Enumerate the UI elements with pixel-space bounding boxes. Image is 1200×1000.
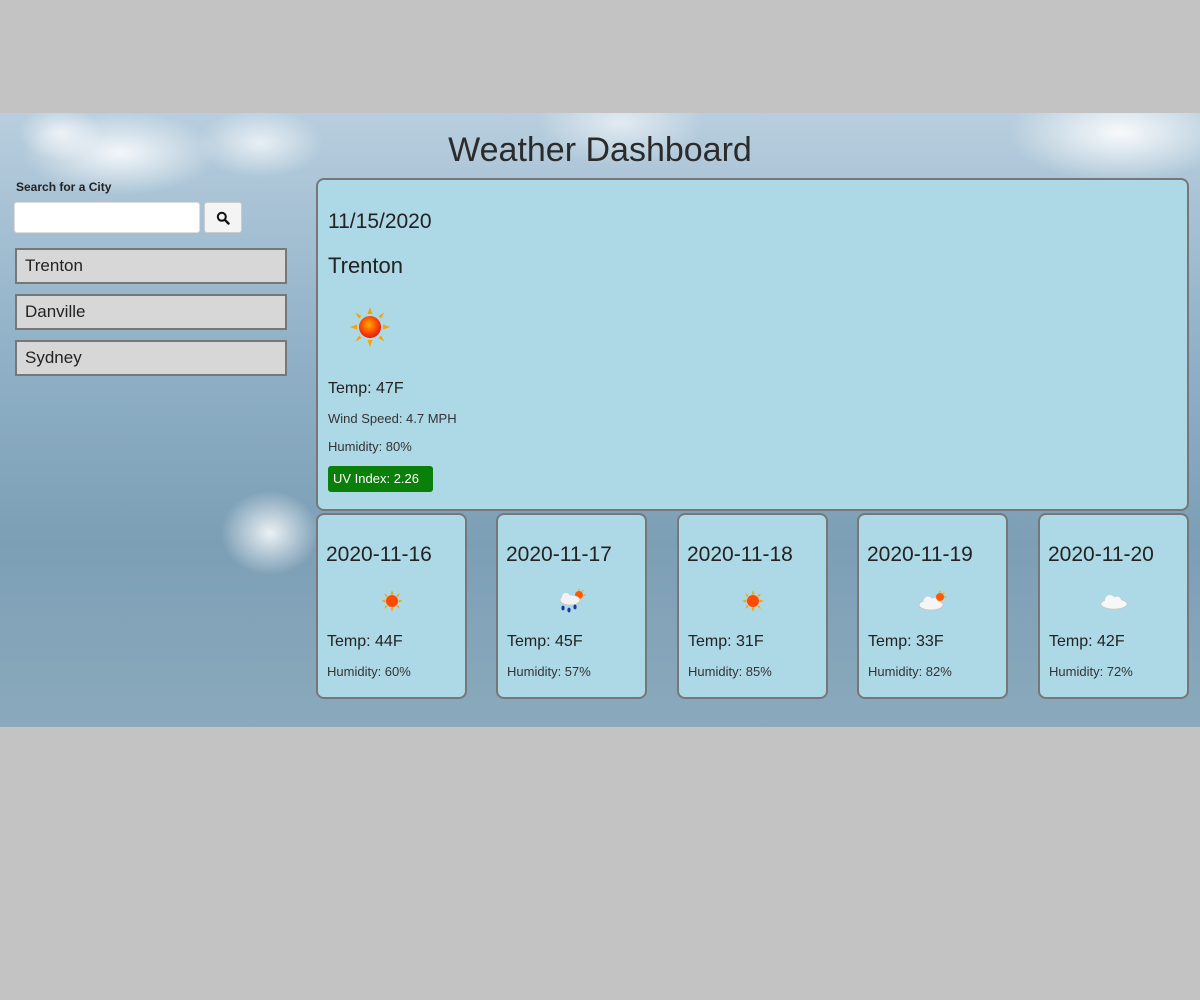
forecast-date: 2020-11-17	[506, 543, 612, 566]
sun-icon	[741, 590, 764, 612]
forecast-card: 2020-11-18 Temp: 31F Humidity: 85%	[677, 513, 828, 699]
search-history: Trenton Danville Sydney	[15, 248, 287, 386]
history-item-trenton[interactable]: Trenton	[15, 248, 287, 284]
history-item-sydney[interactable]: Sydney	[15, 340, 287, 376]
forecast-humidity: Humidity: 72%	[1049, 664, 1133, 679]
current-wind-speed: Wind Speed: 4.7 MPH	[328, 411, 457, 426]
page-title: Weather Dashboard	[448, 131, 752, 169]
current-date: 11/15/2020	[328, 210, 432, 233]
uv-index-badge: UV Index: 2.26	[328, 466, 433, 492]
forecast-card: 2020-11-19 Temp: 33F Humidity: 82%	[857, 513, 1008, 699]
search-icon	[216, 211, 230, 225]
forecast-humidity: Humidity: 82%	[868, 664, 952, 679]
search-button[interactable]	[204, 202, 242, 233]
forecast-temp: Temp: 33F	[868, 633, 944, 650]
sun-icon	[380, 590, 403, 612]
weather-app: Weather Dashboard Search for a City Tren…	[0, 113, 1200, 727]
forecast-card: 2020-11-17 Temp: 45F Humidity: 57%	[496, 513, 647, 699]
forecast-date: 2020-11-19	[867, 543, 973, 566]
current-weather-card: 11/15/2020 Trenton Temp: 47F Wind Speed:…	[316, 178, 1189, 511]
forecast-humidity: Humidity: 85%	[688, 664, 772, 679]
forecast-temp: Temp: 42F	[1049, 633, 1125, 650]
current-city: Trenton	[328, 253, 404, 278]
forecast-temp: Temp: 44F	[327, 633, 403, 650]
forecast-date: 2020-11-20	[1048, 543, 1154, 566]
sun-icon	[350, 307, 390, 347]
forecast-temp: Temp: 31F	[688, 633, 764, 650]
five-day-forecast: 2020-11-16 Temp: 44F Humidity: 60% 2020-…	[316, 513, 1189, 699]
forecast-temp: Temp: 45F	[507, 633, 583, 650]
forecast-date: 2020-11-18	[687, 543, 793, 566]
history-item-danville[interactable]: Danville	[15, 294, 287, 330]
forecast-card: 2020-11-20 Temp: 42F Humidity: 72%	[1038, 513, 1189, 699]
search-label: Search for a City	[16, 180, 112, 194]
current-temp: Temp: 47F	[328, 380, 404, 397]
forecast-date: 2020-11-16	[326, 543, 432, 566]
forecast-humidity: Humidity: 57%	[507, 664, 591, 679]
cloud-sun-icon	[918, 590, 947, 611]
forecast-humidity: Humidity: 60%	[327, 664, 411, 679]
cloud-icon	[1100, 595, 1127, 610]
rain-cloud-sun-icon	[559, 588, 586, 613]
forecast-card: 2020-11-16 Temp: 44F Humidity: 60%	[316, 513, 467, 699]
current-humidity: Humidity: 80%	[328, 439, 412, 454]
search-input[interactable]	[14, 202, 200, 233]
